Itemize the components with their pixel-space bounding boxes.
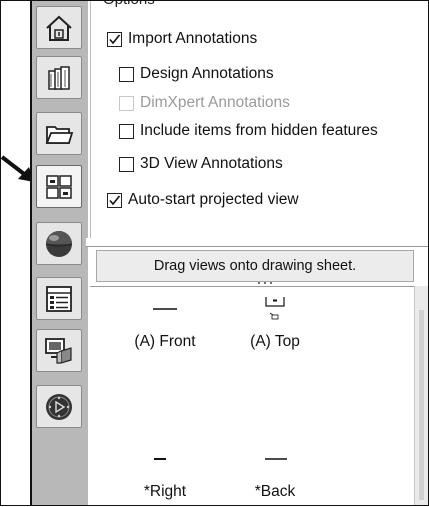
solidworks-resources-icon: [45, 337, 72, 364]
file-explorer-tab[interactable]: [36, 112, 82, 155]
hidden-features-label: Include items from hidden features: [140, 122, 378, 139]
view-thumbnail: [220, 294, 330, 331]
auto-start-option[interactable]: Auto-start projected view: [107, 191, 299, 209]
home-icon: [46, 15, 72, 41]
dimxpert-annotations-checkbox: [119, 95, 134, 111]
auto-start-checkbox[interactable]: [107, 192, 122, 208]
design-annotations-checkbox[interactable]: [119, 66, 134, 82]
view-thumbnail: [220, 447, 330, 481]
view-3d-annotations-label: 3D View Annotations: [140, 155, 283, 172]
scrollbar-thumb[interactable]: [419, 310, 424, 500]
dimxpert-annotations-label: DimXpert Annotations: [140, 94, 290, 111]
view-3d-annotations-option[interactable]: 3D View Annotations: [119, 155, 283, 173]
view-top[interactable]: (A) Top: [220, 294, 330, 351]
forum-tab[interactable]: [36, 385, 82, 428]
design-library-icon: [48, 65, 70, 90]
design-library-tab[interactable]: [36, 56, 82, 99]
options-group: Options Import Annotations Design Annota…: [90, 0, 429, 238]
panel-divider: [86, 238, 429, 247]
drag-views-banner: Drag views onto drawing sheet.: [96, 250, 414, 282]
custom-properties-tab[interactable]: [36, 277, 82, 320]
checkmark-icon: [109, 33, 121, 44]
appearances-tab[interactable]: [36, 222, 82, 265]
view-back[interactable]: *Back: [220, 447, 330, 501]
design-annotations-option[interactable]: Design Annotations: [119, 65, 274, 83]
task-pane-tabs: [30, 0, 88, 506]
dimxpert-annotations-option: DimXpert Annotations: [119, 94, 290, 112]
left-gutter: [0, 0, 30, 506]
home-tab[interactable]: [36, 6, 82, 49]
checkmark-icon: [109, 194, 121, 205]
splitter-grip-icon[interactable]: [255, 281, 275, 285]
import-annotations-option[interactable]: Import Annotations: [107, 30, 257, 48]
view-thumbnail: [110, 297, 220, 331]
auto-start-label: Auto-start projected view: [128, 191, 299, 208]
appearances-icon: [45, 230, 73, 257]
view-front[interactable]: (A) Front: [110, 297, 220, 351]
file-explorer-icon: [45, 125, 74, 144]
view-palette-window: Options Import Annotations Design Annota…: [0, 0, 429, 507]
view-thumbnail: [110, 447, 220, 481]
forum-icon: [46, 393, 72, 420]
import-annotations-label: Import Annotations: [128, 30, 258, 47]
front-view-thumbnail-icon: [153, 308, 177, 310]
view-label: (A) Front: [134, 333, 196, 350]
view-palette-tab[interactable]: [36, 165, 82, 208]
view-right[interactable]: *Right: [110, 447, 220, 501]
back-view-thumbnail-icon: [265, 458, 287, 460]
design-annotations-label: Design Annotations: [140, 65, 274, 82]
views-list: (A) Front (A) Top *Right *Back: [90, 286, 414, 507]
hidden-features-option[interactable]: Include items from hidden features: [119, 122, 378, 140]
hidden-features-checkbox[interactable]: [119, 123, 134, 139]
view-label: *Back: [254, 483, 296, 500]
view-3d-annotations-checkbox[interactable]: [119, 156, 134, 172]
custom-properties-icon: [46, 285, 72, 312]
solidworks-resources-tab[interactable]: [36, 329, 82, 372]
drag-views-text: Drag views onto drawing sheet.: [153, 258, 357, 274]
view-palette-icon: [46, 174, 72, 199]
options-title: Options: [103, 0, 155, 8]
view-label: *Right: [143, 483, 187, 500]
import-annotations-checkbox[interactable]: [107, 31, 122, 47]
top-view-thumbnail-icon: [265, 294, 285, 320]
view-label: (A) Top: [250, 333, 300, 350]
right-view-thumbnail-icon: [154, 458, 166, 460]
